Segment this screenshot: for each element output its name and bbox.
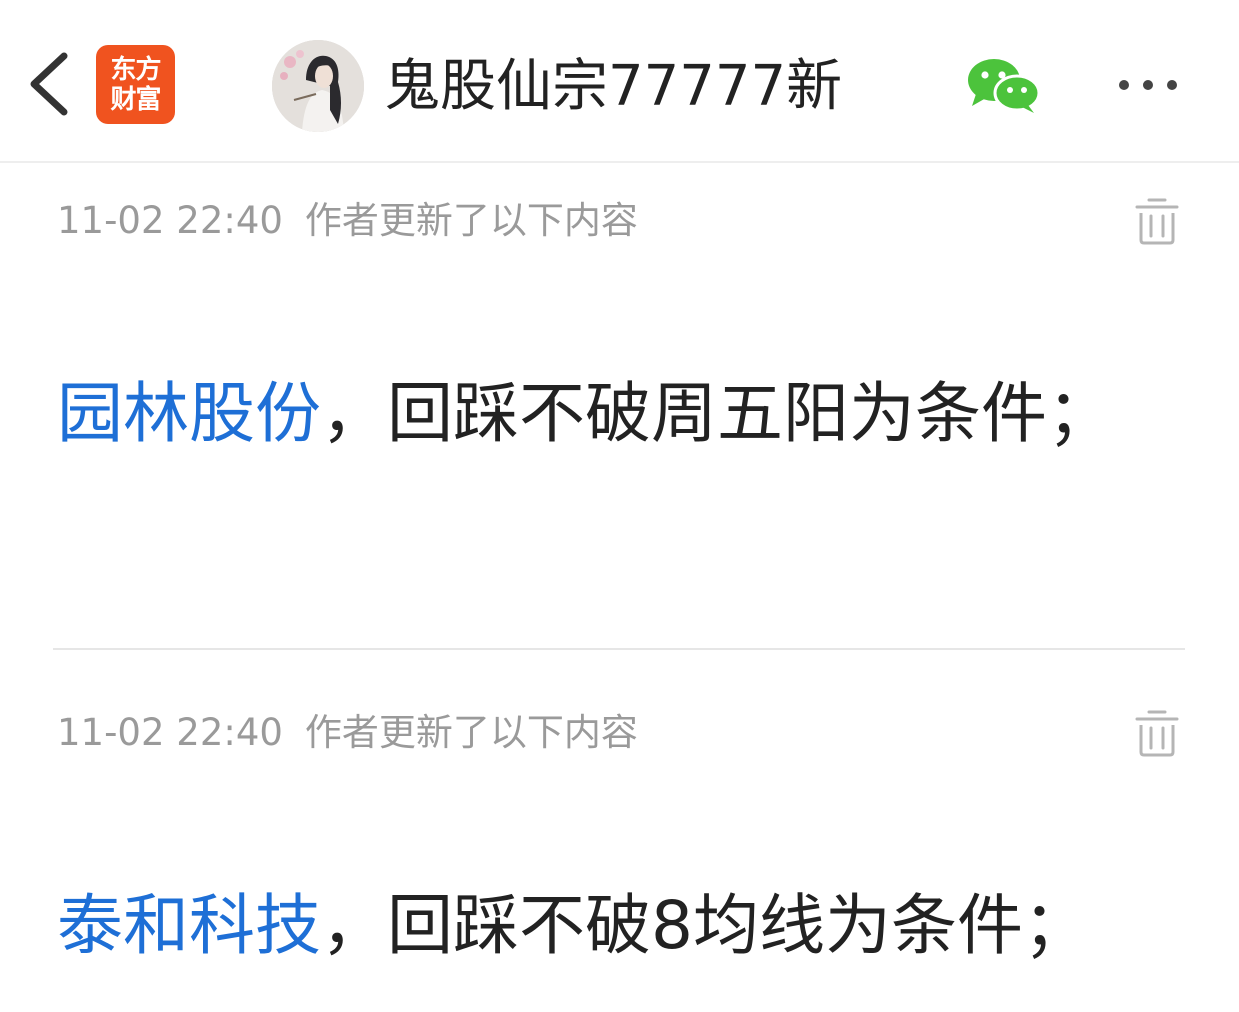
update-timestamp: 11-02 22:40 (57, 711, 283, 754)
author-avatar[interactable] (272, 40, 364, 132)
wechat-icon (968, 59, 1041, 113)
update-content: 园林股份，回踩不破周五阳为条件； (57, 356, 1167, 472)
logo-text-line1: 东方 (110, 54, 161, 85)
wechat-share-button[interactable] (966, 56, 1042, 114)
more-button[interactable] (1112, 70, 1184, 100)
update-timestamp: 11-02 22:40 (57, 199, 283, 242)
top-bar: 东方 财富 鬼股仙宗77777新 (0, 0, 1239, 163)
update-content-text: ，回踩不破周五阳为条件； (321, 375, 1113, 452)
author-name[interactable]: 鬼股仙宗77777新 (384, 52, 842, 122)
stock-link[interactable]: 园林股份 (57, 375, 321, 452)
avatar-image (272, 40, 364, 132)
stock-link[interactable]: 泰和科技 (57, 887, 321, 964)
update-content: 泰和科技，回踩不破8均线为条件； (57, 868, 1167, 984)
update-meta-label: 作者更新了以下内容 (304, 199, 638, 242)
back-button[interactable] (22, 48, 82, 120)
divider (53, 648, 1185, 650)
delete-button[interactable] (1133, 708, 1181, 758)
logo-text-line2: 财富 (110, 84, 161, 115)
update-meta: 11-02 22:40 作者更新了以下内容 (57, 708, 638, 758)
trash-icon (1135, 198, 1179, 245)
update-content-text: ，回踩不破8均线为条件； (321, 887, 1089, 964)
update-meta-label: 作者更新了以下内容 (304, 711, 638, 754)
update-meta: 11-02 22:40 作者更新了以下内容 (57, 196, 638, 246)
app-logo[interactable]: 东方 财富 (96, 45, 175, 124)
chevron-left-icon (30, 52, 68, 116)
delete-button[interactable] (1133, 196, 1181, 246)
trash-icon (1135, 710, 1179, 757)
more-dots-icon (1119, 80, 1177, 90)
